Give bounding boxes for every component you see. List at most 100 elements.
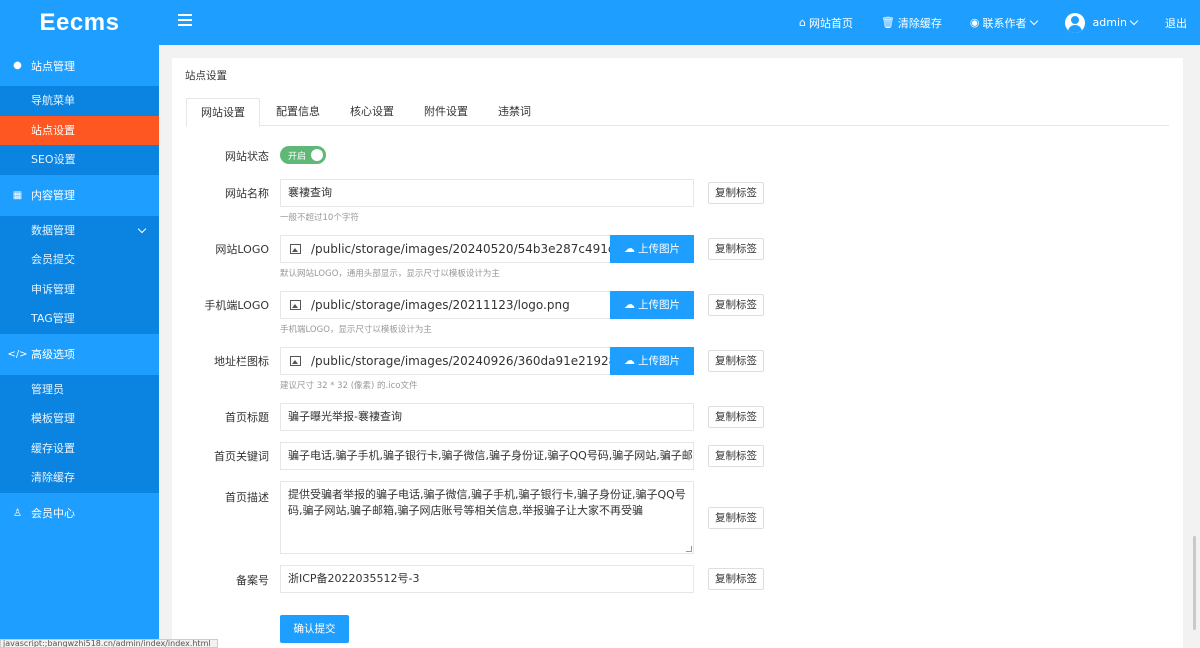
tab-site-settings[interactable]: 网站设置	[186, 98, 260, 127]
globe-icon: ●	[13, 60, 22, 71]
field-label: 网站LOGO	[215, 243, 269, 256]
upload-image-button[interactable]: ☁ 上传图片	[610, 291, 694, 319]
site-logo-path: /public/storage/images/20240520/54b3e287…	[311, 242, 610, 256]
copy-tag-button[interactable]: 复制标签	[708, 294, 764, 316]
cloud-upload-icon: ☁	[624, 354, 635, 367]
tab-core-settings[interactable]: 核心设置	[336, 98, 408, 126]
sidebar-item-label: 数据管理	[31, 223, 75, 237]
field-label: 首页描述	[225, 491, 269, 504]
sidebar-item-tags[interactable]: TAG管理	[0, 304, 159, 334]
avatar	[1064, 12, 1085, 33]
icp-input[interactable]: 浙ICP备2022035512号-3	[280, 565, 694, 593]
home-link[interactable]: ⌂ 网站首页	[799, 15, 853, 31]
site-logo-input[interactable]: /public/storage/images/20240520/54b3e287…	[280, 235, 611, 263]
copy-tag-button[interactable]: 复制标签	[708, 238, 764, 260]
image-icon	[290, 300, 301, 310]
clear-cache-label: 清除缓存	[897, 16, 942, 30]
sidebar-item-admins[interactable]: 管理员	[0, 375, 159, 405]
sidebar-item-cache-settings[interactable]: 缓存设置	[0, 434, 159, 464]
image-icon	[290, 244, 301, 254]
copy-tag-button[interactable]: 复制标签	[708, 507, 764, 529]
sidebar: ● 站点管理 导航菜单 站点设置 SEO设置 ▦ 内容管理 数据管理 会员提交 …	[0, 45, 159, 648]
tab-banned-words[interactable]: 违禁词	[484, 98, 545, 126]
field-label: 地址栏图标	[214, 355, 269, 368]
sidebar-item-site-settings[interactable]: 站点设置	[0, 115, 159, 145]
mobile-logo-path: /public/storage/images/20211123/logo.png	[311, 298, 570, 312]
chevron-down-icon	[1029, 16, 1038, 25]
app-logo[interactable]: Eecms	[0, 0, 159, 45]
field-label: 首页标题	[225, 411, 269, 424]
tab-config-info[interactable]: 配置信息	[262, 98, 334, 126]
sidebar-group-advanced[interactable]: </> 高级选项	[0, 334, 159, 375]
toggle-knob	[311, 149, 323, 161]
upload-label: 上传图片	[638, 243, 680, 255]
cloud-upload-icon: ☁	[624, 298, 635, 311]
copy-tag-button[interactable]: 复制标签	[708, 350, 764, 372]
contact-author-menu[interactable]: ◉ 联系作者	[969, 15, 1038, 31]
logout-link[interactable]: 退出	[1165, 15, 1187, 31]
resize-grip-icon[interactable]	[686, 546, 692, 552]
favicon-input[interactable]: /public/storage/images/20240926/360da91e…	[280, 347, 611, 375]
field-hint: 手机端LOGO，显示尺寸以模板设计为主	[280, 325, 432, 335]
sidebar-item-clear-cache[interactable]: 清除缓存	[0, 463, 159, 493]
sidebar-submenu-advanced: 管理员 模板管理 缓存设置 清除缓存	[0, 374, 159, 493]
user-menu[interactable]: admin	[1064, 12, 1139, 33]
user-name: admin	[1092, 16, 1127, 29]
field-hint: 默认网站LOGO，通用头部显示，显示尺寸以模板设计为主	[280, 269, 500, 279]
sidebar-group-site[interactable]: ● 站点管理	[0, 45, 159, 86]
scrollbar[interactable]	[1193, 536, 1196, 630]
site-status-toggle[interactable]: 开启	[280, 146, 326, 164]
sidebar-item-nav-menu[interactable]: 导航菜单	[0, 86, 159, 116]
sidebar-group-label: 会员中心	[31, 507, 75, 520]
field-hint: 一般不超过10个字符	[280, 213, 359, 223]
chevron-down-icon	[1129, 16, 1139, 25]
submit-button[interactable]: 确认提交	[280, 615, 349, 643]
upload-image-button[interactable]: ☁ 上传图片	[610, 235, 694, 263]
toggle-label: 开启	[288, 152, 307, 162]
copy-tag-button[interactable]: 复制标签	[708, 568, 764, 590]
sidebar-group-label: 内容管理	[31, 189, 75, 202]
clear-cache-link[interactable]: 🗑 清除缓存	[881, 15, 942, 31]
upload-label: 上传图片	[638, 355, 680, 367]
home-link-label: 网站首页	[808, 16, 853, 30]
cloud-upload-icon: ☁	[624, 242, 635, 255]
sidebar-item-member-submit[interactable]: 会员提交	[0, 245, 159, 275]
field-hint: 建议尺寸 32 * 32 (像素) 的.ico文件	[280, 381, 418, 391]
top-header: Eecms ⌂ 网站首页 🗑 清除缓存 ◉ 联系作者 admin 退出	[0, 0, 1200, 45]
field-label: 网站名称	[225, 187, 269, 200]
home-keywords-input[interactable]: 骗子电话,骗子手机,骗子银行卡,骗子微信,骗子身份证,骗子QQ号码,骗子网站,骗…	[280, 442, 694, 470]
image-icon	[290, 356, 301, 366]
sidebar-item-data[interactable]: 数据管理	[0, 216, 159, 246]
user-icon: ♙	[13, 507, 22, 519]
sidebar-item-templates[interactable]: 模板管理	[0, 404, 159, 434]
home-description-text: 提供受骗者举报的骗子电话,骗子微信,骗子手机,骗子银行卡,骗子身份证,骗子QQ号…	[288, 488, 686, 517]
home-title-input[interactable]: 骗子曝光举报-褰褄查询	[280, 403, 694, 431]
calendar-icon: ▦	[12, 189, 23, 201]
upload-image-button[interactable]: ☁ 上传图片	[610, 347, 694, 375]
mobile-logo-input[interactable]: /public/storage/images/20211123/logo.png	[280, 291, 611, 319]
site-name-input[interactable]: 褰褄查询	[280, 179, 694, 207]
sidebar-submenu-content: 数据管理 会员提交 申诉管理 TAG管理	[0, 215, 159, 334]
browser-status-bar: javascript:;bangwzhi518.cn/admin/index/i…	[0, 639, 218, 648]
chat-icon: ◉	[969, 16, 980, 29]
logout-label: 退出	[1165, 16, 1187, 30]
breadcrumb: 站点设置	[185, 70, 227, 82]
sidebar-item-seo[interactable]: SEO设置	[0, 145, 159, 175]
sidebar-group-label: 高级选项	[31, 348, 75, 361]
sidebar-group-members[interactable]: ♙ 会员中心	[0, 493, 159, 534]
contact-author-label: 联系作者	[982, 16, 1027, 30]
menu-toggle-icon[interactable]	[178, 14, 192, 28]
tab-attachment-settings[interactable]: 附件设置	[410, 98, 482, 126]
copy-tag-button[interactable]: 复制标签	[708, 406, 764, 428]
home-icon: ⌂	[798, 16, 806, 29]
home-description-textarea[interactable]: 提供受骗者举报的骗子电话,骗子微信,骗子手机,骗子银行卡,骗子身份证,骗子QQ号…	[280, 481, 694, 554]
sidebar-submenu-site: 导航菜单 站点设置 SEO设置	[0, 86, 159, 175]
sidebar-item-appeals[interactable]: 申诉管理	[0, 275, 159, 305]
upload-label: 上传图片	[638, 299, 680, 311]
copy-tag-button[interactable]: 复制标签	[708, 445, 764, 467]
sidebar-group-content[interactable]: ▦ 内容管理	[0, 175, 159, 216]
trash-icon: 🗑	[880, 16, 895, 29]
copy-tag-button[interactable]: 复制标签	[708, 182, 764, 204]
main-content: 站点设置 网站设置 配置信息 核心设置 附件设置 违禁词 网站状态 开启 网站名…	[172, 58, 1183, 648]
top-nav: ⌂ 网站首页 🗑 清除缓存 ◉ 联系作者 admin 退出	[799, 0, 1200, 45]
